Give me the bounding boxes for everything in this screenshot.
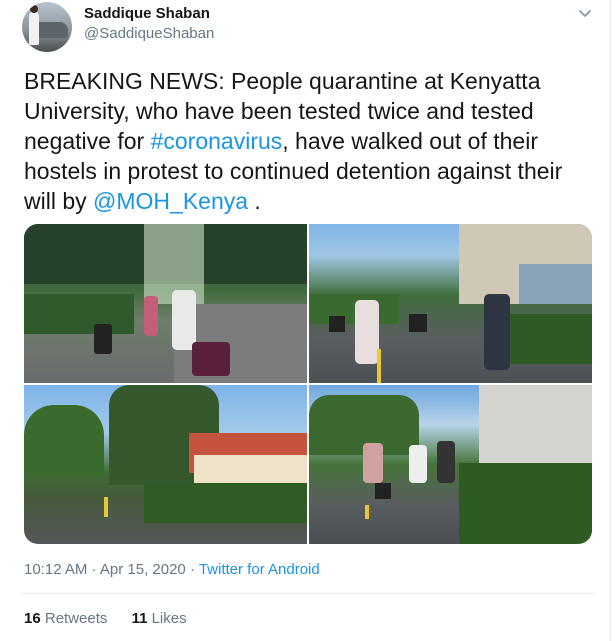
tweet-text: BREAKING NEWS: People quarantine at Keny…	[24, 66, 594, 216]
avatar[interactable]	[22, 2, 72, 52]
likes-label: Likes	[147, 610, 187, 627]
avatar-person	[29, 11, 39, 45]
user-handle[interactable]: @SaddiqueShaban	[84, 25, 214, 42]
avatar-person-head	[30, 5, 38, 13]
tweet-card: Saddique Shaban @SaddiqueShaban BREAKING…	[0, 0, 616, 641]
photo-2[interactable]	[309, 224, 592, 383]
hashtag-link[interactable]: #coronavirus	[151, 128, 283, 154]
photo-1[interactable]	[24, 224, 307, 383]
media-grid	[24, 224, 592, 544]
avatar-car	[34, 22, 68, 38]
retweets-count: 16	[24, 610, 41, 627]
likes-count: 11	[131, 610, 148, 627]
photo-3[interactable]	[24, 385, 307, 544]
chevron-down-icon[interactable]	[575, 3, 595, 23]
retweets-stat[interactable]: 16 Retweets	[24, 610, 107, 627]
tweet-text-part: .	[248, 188, 261, 214]
tweet-meta: 10:12 AM · Apr 15, 2020 · Twitter for An…	[24, 561, 320, 578]
photo-4[interactable]	[309, 385, 592, 544]
retweets-label: Retweets	[40, 610, 108, 627]
divider	[22, 593, 594, 594]
source-link[interactable]: Twitter for Android	[199, 561, 320, 578]
user-display-name[interactable]: Saddique Shaban	[84, 5, 210, 22]
card-border	[610, 0, 611, 641]
likes-stat[interactable]: 11 Likes	[132, 610, 187, 627]
tweet-stats: 16 Retweets 11 Likes	[24, 610, 207, 627]
timestamp[interactable]: 10:12 AM · Apr 15, 2020 ·	[24, 561, 199, 578]
mention-link[interactable]: @MOH_Kenya	[93, 188, 248, 214]
